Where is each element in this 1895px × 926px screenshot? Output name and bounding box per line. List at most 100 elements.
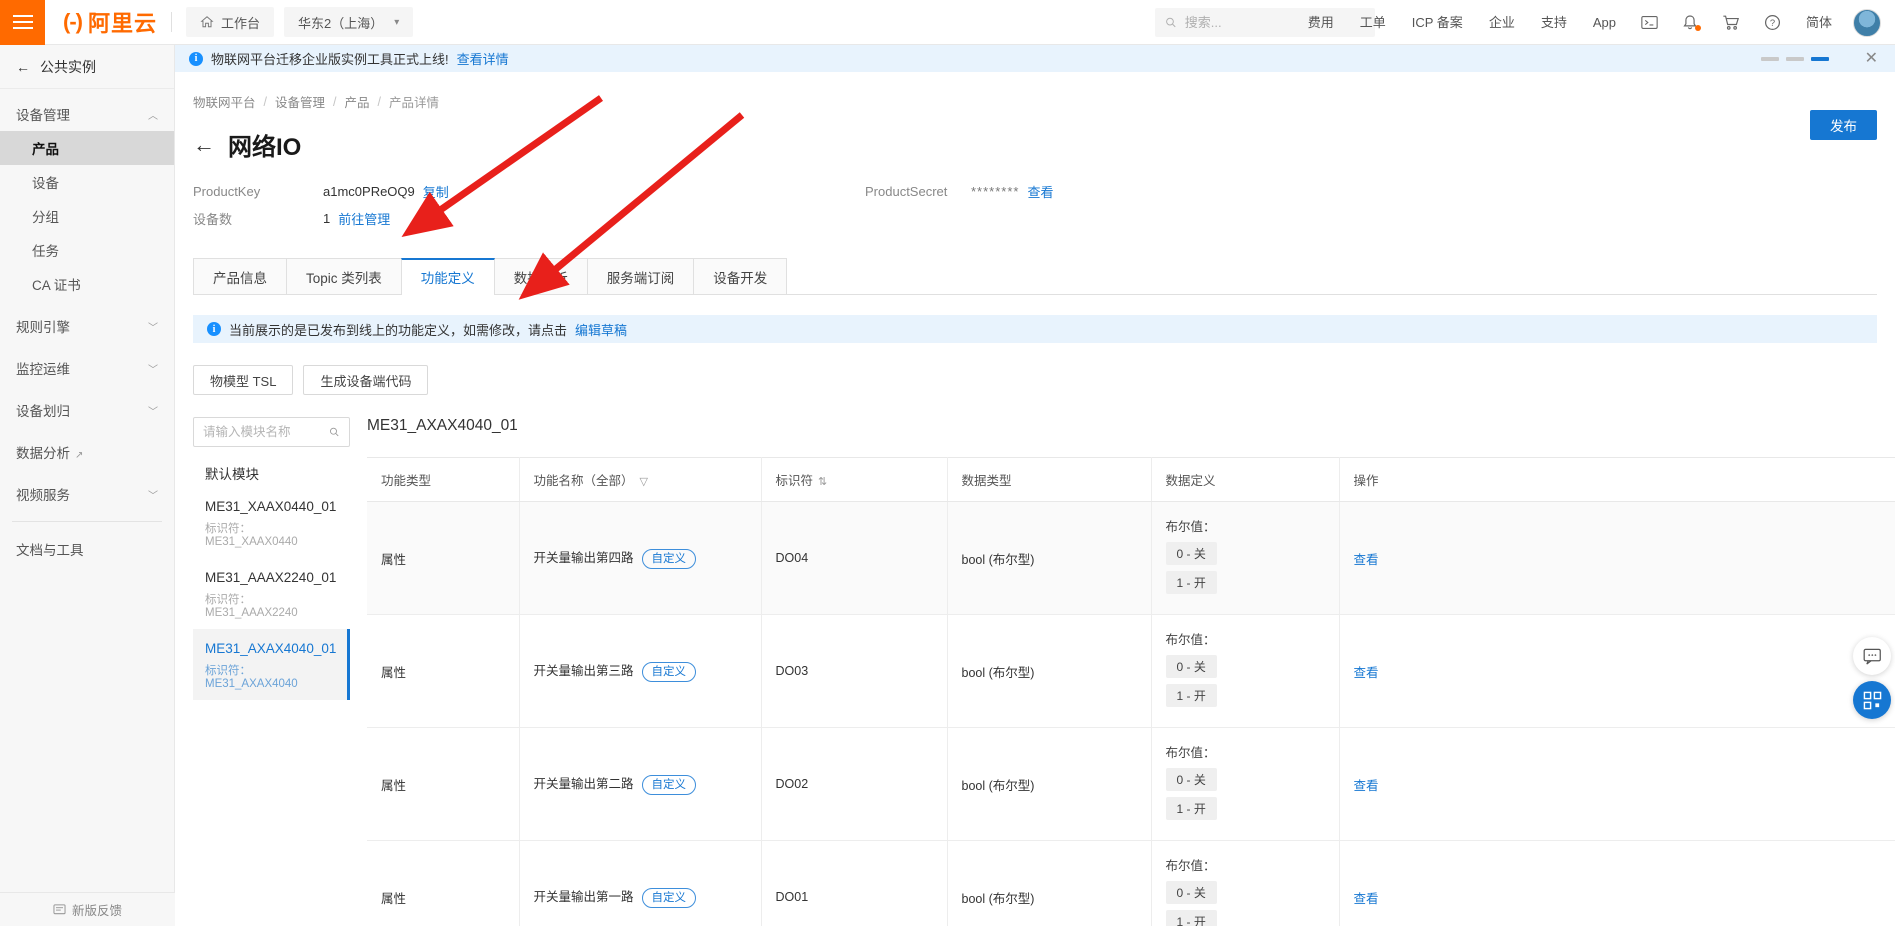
sidebar-item-devices[interactable]: 设备	[0, 165, 174, 199]
tab-topic-list[interactable]: Topic 类列表	[286, 258, 402, 294]
table-header-row: 功能类型 功能名称（全部） ▽ 标识符 ⇅ 数据类型 数据定义 操作	[367, 457, 1895, 502]
nav-link-support[interactable]: 支持	[1528, 0, 1580, 45]
sidebar-divider	[12, 521, 162, 522]
feedback-button[interactable]: 新版反馈	[0, 892, 175, 926]
sidebar-back-public-instance[interactable]: ← 公共实例	[0, 45, 174, 89]
search-icon	[1166, 17, 1176, 28]
sidebar-group-rule-engine[interactable]: 规则引擎 ﹀	[0, 309, 174, 343]
module-search-input[interactable]	[203, 425, 324, 439]
generate-device-code-button[interactable]: 生成设备端代码	[303, 365, 429, 395]
tab-function-definition[interactable]: 功能定义	[400, 258, 495, 295]
module-identifier: 标识符：ME31_AXAX4040	[205, 665, 298, 690]
tab-server-subscription[interactable]: 服务端订阅	[586, 258, 695, 294]
sidebar-item-products[interactable]: 产品	[0, 131, 174, 165]
module-name: ME31_AXAX4040_01	[205, 641, 337, 656]
qr-code-button[interactable]	[1853, 681, 1891, 719]
menu-toggle-button[interactable]	[0, 0, 45, 45]
col-function-type: 功能类型	[367, 457, 520, 502]
chevron-up-icon: ︿	[148, 110, 158, 122]
aliyun-logo[interactable]: (-) 阿里云	[63, 6, 157, 38]
sidebar-group-device-management[interactable]: 设备管理 ︿	[0, 97, 174, 131]
edit-draft-link[interactable]: 编辑草稿	[575, 320, 627, 339]
sort-icon[interactable]: ⇅	[818, 476, 827, 488]
filter-icon[interactable]: ▽	[640, 476, 648, 488]
breadcrumb-item-device-management[interactable]: 设备管理	[275, 92, 325, 111]
tab-device-development[interactable]: 设备开发	[693, 258, 788, 294]
sidebar-item-tasks[interactable]: 任务	[0, 233, 174, 267]
chat-support-button[interactable]	[1853, 637, 1891, 675]
module-item-me31-axax4040[interactable]: ME31_AXAX4040_01 标识符：ME31_AXAX4040	[193, 629, 350, 700]
sidebar-group-label: 设备管理	[16, 108, 70, 123]
table-row[interactable]: 属性 开关量输出第一路 自定义 DO01 bool (布尔型) 布尔值： 0 - …	[367, 840, 1895, 926]
module-item-default[interactable]: 默认模块	[193, 447, 350, 487]
module-item-me31-aaax2240[interactable]: ME31_AAAX2240_01 标识符：ME31_AAAX2240	[193, 558, 350, 629]
nav-link-fees[interactable]: 费用	[1295, 0, 1347, 45]
sidebar-group-device-assignment[interactable]: 设备划归 ﹀	[0, 393, 174, 427]
enum-value: 0 - 关	[1165, 881, 1217, 904]
breadcrumb-item-products[interactable]: 产品	[345, 92, 370, 111]
tab-product-info[interactable]: 产品信息	[193, 258, 287, 294]
sidebar-item-groups[interactable]: 分组	[0, 199, 174, 233]
view-product-secret-link[interactable]: 查看	[1027, 182, 1053, 201]
product-key-label: ProductKey	[193, 184, 261, 199]
table-row[interactable]: 属性 开关量输出第二路 自定义 DO02 bool (布尔型) 布尔值： 0 - …	[367, 727, 1895, 841]
sidebar-group-video-service[interactable]: 视频服务 ﹀	[0, 477, 174, 511]
nav-link-icp[interactable]: ICP 备案	[1399, 0, 1476, 45]
module-identifier: 标识符：ME31_XAAX0440	[205, 523, 298, 548]
aliyun-logo-icon: (-)	[63, 9, 83, 34]
view-action-link[interactable]: 查看	[1354, 553, 1379, 567]
sidebar-group-monitoring[interactable]: 监控运维 ﹀	[0, 351, 174, 385]
cart-button[interactable]	[1710, 14, 1752, 31]
cloudshell-button[interactable]	[1629, 15, 1670, 30]
cell-data-definition: 布尔值： 0 - 关 1 - 开	[1151, 614, 1340, 728]
sidebar-item-label: 产品	[32, 142, 59, 157]
sidebar-item-docs-and-tools[interactable]: 文档与工具	[0, 532, 174, 566]
copy-product-key-link[interactable]: 复制	[423, 182, 449, 201]
workbench-button[interactable]: 工作台	[186, 7, 275, 37]
feedback-label: 新版反馈	[71, 904, 122, 918]
page-back-arrow-icon[interactable]: ←	[193, 133, 215, 156]
view-action-link[interactable]: 查看	[1354, 779, 1379, 793]
cell-actions: 查看	[1339, 840, 1895, 926]
sidebar-item-label: CA 证书	[32, 278, 81, 293]
announcement-detail-link[interactable]: 查看详情	[457, 49, 509, 68]
announcement-text: 物联网平台迁移企业版实例工具正式上线!	[211, 52, 449, 67]
module-search[interactable]	[193, 417, 350, 447]
cell-data-definition: 布尔值： 0 - 关 1 - 开	[1151, 727, 1340, 841]
nav-link-enterprise[interactable]: 企业	[1476, 0, 1528, 45]
carousel-dot[interactable]	[1761, 57, 1779, 61]
breadcrumb-item-iot-platform[interactable]: 物联网平台	[193, 92, 256, 111]
table-row[interactable]: 属性 开关量输出第三路 自定义 DO03 bool (布尔型) 布尔值： 0 - …	[367, 614, 1895, 728]
custom-tag: 自定义	[641, 888, 697, 908]
external-link-icon: ↗	[75, 450, 84, 461]
carousel-dot-active[interactable]	[1811, 57, 1829, 61]
breadcrumb: 物联网平台 / 设备管理 / 产品 / 产品详情	[175, 72, 1895, 111]
nav-link-tickets[interactable]: 工单	[1347, 0, 1399, 45]
device-count-label: 设备数	[193, 212, 233, 227]
cell-data-definition: 布尔值： 0 - 关 1 - 开	[1151, 501, 1340, 615]
table-head: 功能类型 功能名称（全部） ▽ 标识符 ⇅ 数据类型 数据定义 操作	[367, 457, 1895, 502]
sidebar-item-ca-certificates[interactable]: CA 证书	[0, 267, 174, 301]
view-action-link[interactable]: 查看	[1354, 666, 1379, 680]
sidebar-item-label: 分组	[32, 210, 59, 225]
user-avatar[interactable]	[1853, 8, 1881, 37]
carousel-dot[interactable]	[1786, 57, 1804, 61]
module-item-me31-xaax0440[interactable]: ME31_XAAX0440_01 标识符：ME31_XAAX0440	[193, 487, 350, 558]
view-action-link[interactable]: 查看	[1354, 892, 1379, 906]
sidebar-item-data-analysis[interactable]: 数据分析 ↗	[0, 435, 174, 469]
publish-button[interactable]: 发布	[1810, 110, 1877, 140]
notifications-button[interactable]	[1670, 14, 1710, 31]
draft-tip-text: 当前展示的是已发布到线上的功能定义，如需修改，请点击	[229, 322, 568, 338]
nav-link-app[interactable]: App	[1580, 0, 1629, 45]
sidebar-group-label: 规则引擎	[16, 320, 70, 335]
cell-function-type: 属性	[367, 501, 520, 615]
tsl-model-button[interactable]: 物模型 TSL	[193, 365, 294, 395]
table-row[interactable]: 属性 开关量输出第四路 自定义 DO04 bool (布尔型) 布尔值： 0 - …	[367, 501, 1895, 615]
function-action-buttons: 物模型 TSL 生成设备端代码	[193, 365, 1895, 395]
tab-data-parsing[interactable]: 数据解析	[493, 258, 588, 294]
language-selector[interactable]: 简体	[1793, 0, 1845, 45]
region-selector[interactable]: 华东2（上海） ▾	[284, 7, 414, 37]
close-icon[interactable]: ✕	[1865, 50, 1878, 68]
help-button[interactable]: ?	[1752, 14, 1793, 31]
goto-device-management-link[interactable]: 前往管理	[338, 209, 390, 228]
